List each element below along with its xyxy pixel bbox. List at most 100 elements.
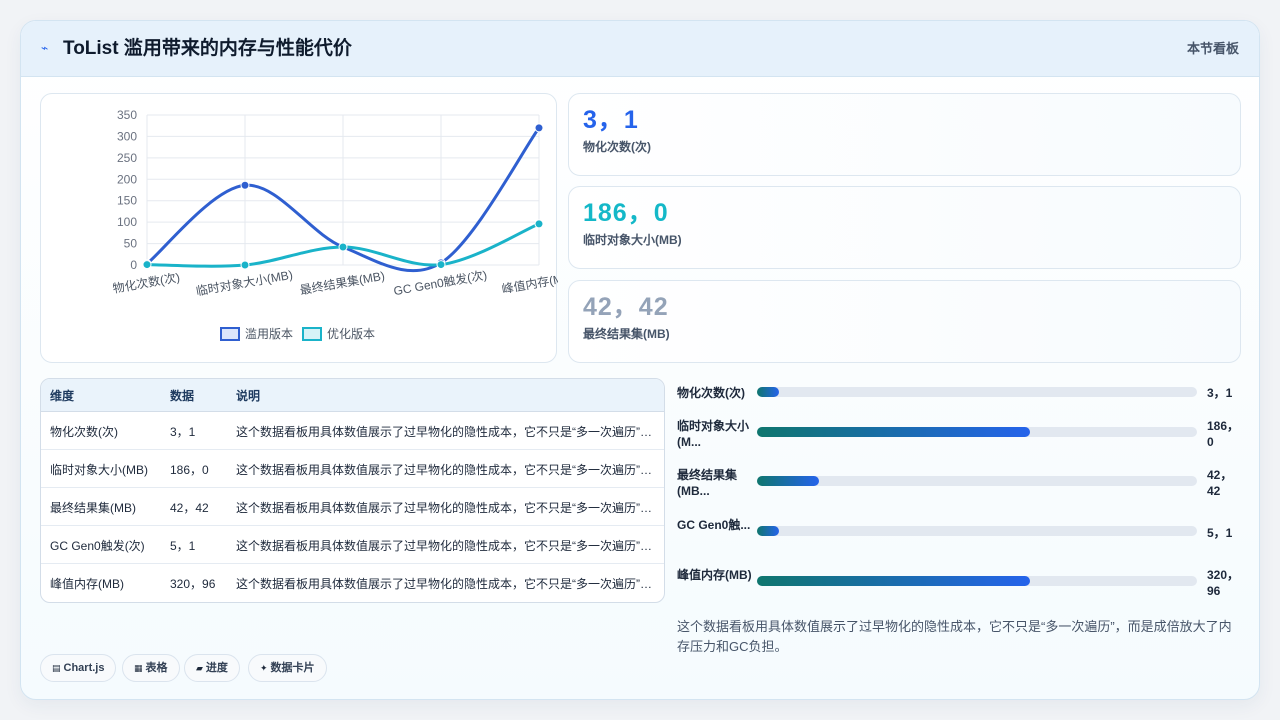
line-chart: 0 50 100 150 200 250 300 350 物化次数(次) 临时对象大小(MB) 最终…: [111, 108, 558, 341]
section-label: 本节看板: [1186, 41, 1239, 56]
progress-label: 临时对象大小(M...: [677, 419, 750, 449]
cell-data: 3，1: [170, 425, 196, 439]
cell-data: 42，42: [170, 501, 209, 515]
tag-data-card[interactable]: ✦ 数据卡片: [248, 654, 327, 682]
chart-icon: ▤: [52, 663, 61, 673]
data-point: [534, 219, 544, 229]
progress-fill: [757, 387, 779, 397]
tag-label: 表格: [145, 662, 168, 674]
x-tick-label: 物化次数(次): [111, 269, 181, 296]
progress-fill: [757, 427, 1030, 437]
y-tick-label: 200: [117, 172, 137, 186]
cell-description: 这个数据看板用具体数值展示了过早物化的隐性成本，它不只是“多一次遍历”，而是成倍…: [236, 577, 656, 591]
table-row: GC Gen0触发(次) 5，1 这个数据看板用具体数值展示了过早物化的隐性成本…: [41, 526, 664, 564]
progress-value: 186，0: [1207, 419, 1240, 449]
progress-value: 3，1: [1207, 386, 1233, 400]
data-table: 维度 数据 说明 物化次数(次) 3，1 这个数据看板用具体数值展示了过早物化的…: [40, 378, 665, 603]
x-tick-label: 临时对象大小(MB): [195, 268, 294, 299]
column-header-description: 说明: [236, 389, 261, 403]
table-row: 临时对象大小(MB) 186，0 这个数据看板用具体数值展示了过早物化的隐性成本…: [41, 450, 664, 488]
tag-chartjs[interactable]: ▤ Chart.js: [40, 654, 117, 682]
progress-track: [757, 387, 1197, 397]
progress-label: 峰值内存(MB): [677, 568, 752, 582]
legend-label: 滥用版本: [245, 327, 293, 341]
table-row: 物化次数(次) 3，1 这个数据看板用具体数值展示了过早物化的隐性成本，它不只是…: [41, 412, 664, 450]
progress-fill: [757, 526, 779, 536]
x-tick-label: 峰值内存(MB): [500, 269, 558, 297]
summary-note: 这个数据看板用具体数值展示了过早物化的隐性成本，它不只是“多一次遍历”，而是成倍…: [677, 619, 1232, 654]
stat-value: 42，42: [583, 293, 669, 321]
y-tick-label: 0: [130, 258, 137, 272]
data-point: [142, 260, 152, 270]
progress-fill: [757, 576, 1030, 586]
pulse-icon: ⌁: [41, 41, 49, 55]
tag-label: Chart.js: [63, 662, 105, 674]
progress-value: 320，96: [1207, 568, 1240, 598]
tag-label: 进度: [205, 662, 228, 674]
cell-dimension: 最终结果集(MB): [50, 501, 136, 515]
page-title: ToList 滥用带来的内存与性能代价: [63, 38, 352, 59]
data-point: [436, 260, 446, 270]
cell-description: 这个数据看板用具体数值展示了过早物化的隐性成本，它不只是“多一次遍历”，而是成倍…: [236, 425, 656, 439]
y-tick-label: 150: [117, 194, 137, 208]
progress-label: GC Gen0触...: [677, 518, 751, 532]
cell-description: 这个数据看板用具体数值展示了过早物化的隐性成本，它不只是“多一次遍历”，而是成倍…: [236, 463, 656, 477]
dashboard-panel: ⌁ ToList 滥用带来的内存与性能代价 本节看板 0 50 100 150 200 2…: [20, 20, 1260, 700]
progress-track: [757, 576, 1197, 586]
table-icon: ▦: [134, 663, 143, 673]
data-point: [534, 123, 544, 133]
card-icon: ✦: [260, 663, 268, 673]
stat-label: 物化次数(次): [583, 140, 651, 154]
cell-data: 186，0: [170, 463, 209, 477]
cell-description: 这个数据看板用具体数值展示了过早物化的隐性成本，它不只是“多一次遍历”，而是成倍…: [236, 501, 656, 515]
stat-value: 186，0: [583, 199, 669, 227]
legend-swatch: [302, 327, 322, 341]
stat-card-materialize: 3，1 物化次数(次): [568, 93, 1241, 176]
y-tick-label: 100: [117, 215, 137, 229]
progress-item: 物化次数(次) 3，1: [677, 385, 1237, 405]
stat-label: 最终结果集(MB): [583, 327, 670, 341]
table-header: 维度 数据 说明: [41, 379, 664, 412]
cell-description: 这个数据看板用具体数值展示了过早物化的隐性成本，它不只是“多一次遍历”，而是成倍…: [236, 539, 656, 553]
progress-track: [757, 427, 1197, 437]
legend-label: 优化版本: [327, 327, 375, 341]
stat-label: 临时对象大小(MB): [583, 233, 682, 247]
tag-label: 数据卡片: [270, 662, 315, 674]
progress-track: [757, 526, 1197, 536]
data-point: [240, 180, 250, 190]
column-header-data: 数据: [170, 389, 195, 403]
y-tick-label: 300: [117, 129, 137, 143]
progress-icon: ▰: [196, 663, 203, 673]
table-row: 最终结果集(MB) 42，42 这个数据看板用具体数值展示了过早物化的隐性成本，…: [41, 488, 664, 526]
data-point: [240, 260, 250, 270]
cell-dimension: 临时对象大小(MB): [50, 463, 148, 477]
x-tick-label: 最终结果集(MB): [299, 268, 386, 298]
stat-card-temp-objects: 186，0 临时对象大小(MB): [568, 186, 1241, 269]
progress-item: 临时对象大小(M... 186，0: [677, 418, 1239, 452]
line-chart-card: 0 50 100 150 200 250 300 350 物化次数(次) 临时对象大小(MB) 最终…: [40, 93, 558, 363]
y-tick-label: 350: [117, 108, 137, 122]
cell-data: 320，96: [170, 577, 216, 591]
progress-track: [757, 476, 1197, 486]
progress-fill: [757, 476, 819, 486]
progress-item: 最终结果集(MB... 42，42: [677, 467, 1237, 501]
panel-header: ⌁ ToList 滥用带来的内存与性能代价 本节看板: [21, 21, 1259, 77]
tag-table[interactable]: ▦ 表格: [122, 654, 180, 682]
data-point: [338, 242, 348, 252]
table-row: 峰值内存(MB) 320，96 这个数据看板用具体数值展示了过早物化的隐性成本，…: [41, 564, 664, 602]
progress-label: 最终结果集(MB...: [677, 468, 738, 498]
legend-swatch: [220, 327, 240, 341]
progress-value: 5，1: [1207, 526, 1233, 540]
progress-item: GC Gen0触... 5，1: [677, 517, 1237, 551]
tag-progress[interactable]: ▰ 进度: [184, 654, 240, 682]
progress-label: 物化次数(次): [677, 386, 745, 400]
cell-dimension: 物化次数(次): [50, 425, 118, 439]
progress-item: 峰值内存(MB) 320，96: [677, 567, 1239, 601]
y-tick-label: 250: [117, 151, 137, 165]
stat-value: 3，1: [583, 106, 639, 134]
cell-dimension: GC Gen0触发(次): [50, 539, 145, 553]
progress-value: 42，42: [1207, 468, 1233, 498]
column-header-dimension: 维度: [50, 389, 75, 403]
cell-dimension: 峰值内存(MB): [50, 577, 124, 591]
stat-card-result-set: 42，42 最终结果集(MB): [568, 280, 1241, 363]
